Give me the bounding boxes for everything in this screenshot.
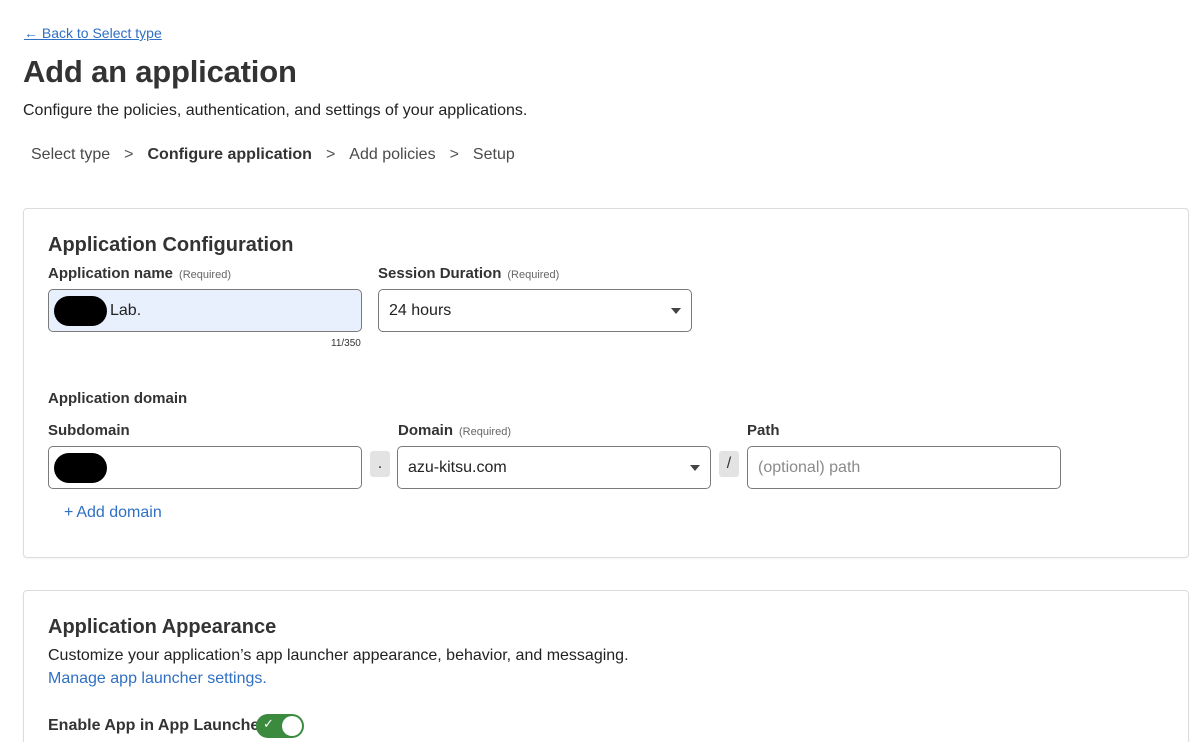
subdomain-label: Subdomain [48, 422, 130, 439]
subdomain-input[interactable] [48, 446, 362, 489]
application-name-input[interactable]: Lab. [48, 289, 362, 332]
back-to-select-type-link[interactable]: ← Back to Select type [24, 25, 162, 41]
wizard-breadcrumb: Select type > Configure application > Ad… [31, 146, 515, 164]
appearance-description: Customize your application’s app launche… [48, 647, 629, 664]
session-duration-value: 24 hours [389, 301, 452, 319]
page-title: Add an application [23, 54, 297, 89]
check-icon: ✓ [263, 717, 274, 732]
chevron-down-icon [690, 465, 700, 471]
step-add-policies: Add policies [349, 146, 436, 163]
redacted-text [54, 295, 107, 326]
dot-separator: . [370, 451, 390, 477]
application-domain-heading: Application domain [48, 390, 188, 407]
enable-app-launcher-label: Enable App in App Launcher [48, 717, 266, 734]
domain-select[interactable]: azu-kitsu.com [397, 446, 711, 489]
manage-app-launcher-link[interactable]: Manage app launcher settings. [48, 670, 267, 688]
character-counter: 11/350 [331, 338, 361, 349]
step-separator: > [449, 146, 459, 163]
application-appearance-title: Application Appearance [48, 616, 277, 638]
step-separator: > [325, 146, 336, 163]
application-name-value: Lab. [110, 301, 142, 319]
path-placeholder: (optional) path [758, 458, 861, 476]
session-duration-label: Session Duration (Required) [378, 265, 560, 282]
chevron-down-icon [671, 308, 681, 314]
application-configuration-title: Application Configuration [48, 234, 294, 256]
domain-label: Domain (Required) [398, 422, 511, 439]
application-appearance-card: Application Appearance Customize your ap… [23, 590, 1189, 742]
slash-separator: / [719, 451, 739, 477]
application-name-label: Application name (Required) [48, 265, 231, 282]
plus-icon: + [64, 504, 74, 521]
toggle-knob [282, 716, 302, 736]
session-duration-select[interactable]: 24 hours [378, 289, 692, 332]
step-separator: > [124, 146, 134, 163]
add-domain-button[interactable]: + Add domain [64, 504, 162, 522]
redacted-text [54, 452, 107, 483]
path-label: Path [747, 422, 780, 439]
step-setup: Setup [472, 146, 515, 163]
add-domain-label: Add domain [76, 504, 162, 521]
step-configure-application: Configure application [147, 146, 312, 163]
application-configuration-card: Application Configuration Application na… [23, 208, 1189, 558]
step-select-type[interactable]: Select type [31, 146, 110, 164]
path-input[interactable]: (optional) path [747, 446, 1061, 489]
domain-value: azu-kitsu.com [408, 458, 507, 476]
enable-app-launcher-toggle[interactable]: ✓ [256, 714, 304, 738]
page-subtitle: Configure the policies, authentication, … [23, 102, 528, 119]
